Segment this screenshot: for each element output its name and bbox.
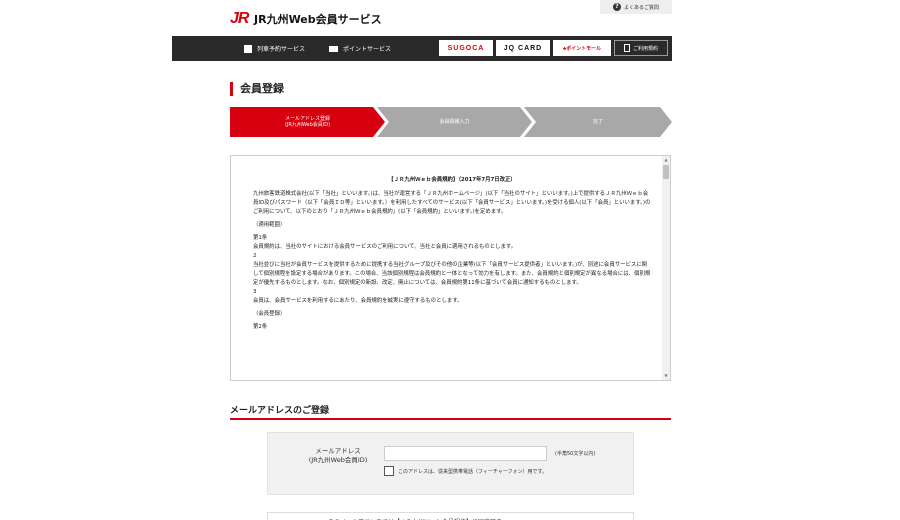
- step-complete: 完了: [524, 107, 672, 137]
- nav-point-service[interactable]: ポイントサービス: [329, 44, 391, 53]
- terms-heading: （会員登録）: [253, 311, 286, 317]
- step-email-registration: メールアドレス登録 (JR九州Web会員ID): [230, 107, 385, 137]
- terms-paragraph: 九州旅客鉄道株式会社(以下「当社」といいます。)は、当社が運営する「ＪＲ九州ホー…: [253, 191, 651, 215]
- terms-item-number: 2: [253, 253, 257, 259]
- agreement-note: このメールアドレスでは【ＪＲ九州Ｗｅｂ会員規約】に同意頂き: [267, 512, 634, 520]
- page: JR JR九州Web会員サービス ? よくあるご質問 列車予約サービス ポイント…: [0, 0, 900, 520]
- terms-scroll-box[interactable]: 【ＪＲ九州Ｗｅｂ会員規約】（2017年7月7日改正） 九州旅客鉄道株式会社(以下…: [230, 155, 671, 381]
- terms-item-number: 3: [253, 289, 257, 295]
- registration-steps: メールアドレス登録 (JR九州Web会員ID) 会員情報入力 完了: [230, 107, 672, 137]
- scroll-down-arrow-icon[interactable]: ▼: [662, 372, 670, 380]
- step-member-info: 会員情報入力: [377, 107, 532, 137]
- scroll-up-arrow-icon[interactable]: ▲: [662, 156, 670, 164]
- terms-paragraph: 当社並びに当社が会員サービスを提供するために提携する当社グループ及びその他の企業…: [253, 262, 651, 286]
- email-field-label: メールアドレス (JR九州Web会員ID): [290, 447, 386, 465]
- feature-phone-option[interactable]: このアドレスは、従来型携帯電話（フィーチャーフォン）用です。: [384, 466, 547, 476]
- page-title: 会員登録: [230, 82, 284, 96]
- email-input[interactable]: [384, 446, 547, 461]
- partner-links: SUGOCA JQ CARD ♣ポイントモール ご利用規約: [439, 40, 668, 56]
- jr-logo-mark: JR: [230, 10, 249, 27]
- email-length-hint: (半角50文字以内): [555, 451, 596, 457]
- step-sublabel: (JR九州Web会員ID): [284, 122, 331, 128]
- main-nav: 列車予約サービス ポイントサービス SUGOCA JQ CARD ♣ポイントモー…: [172, 36, 672, 61]
- train-icon: [244, 44, 252, 53]
- site-logo[interactable]: JR JR九州Web会員サービス: [230, 10, 382, 28]
- sugoca-link[interactable]: SUGOCA: [439, 40, 493, 56]
- nav-point-label: ポイントサービス: [343, 46, 392, 53]
- nav-train-label: 列車予約サービス: [257, 46, 306, 53]
- terms-link-label: ご利用規約: [632, 45, 658, 52]
- terms-scrollbar[interactable]: ▲ ▼: [662, 156, 670, 380]
- terms-heading: （適用範囲）: [253, 222, 286, 228]
- jq-card-link[interactable]: JQ CARD: [496, 40, 550, 56]
- email-form: メールアドレス (JR九州Web会員ID) (半角50文字以内) このアドレスは…: [267, 432, 634, 495]
- feature-phone-checkbox[interactable]: [384, 466, 394, 476]
- point-card-icon: [329, 45, 339, 52]
- section-divider: [230, 418, 671, 420]
- header: JR JR九州Web会員サービス ? よくあるご質問: [230, 0, 672, 34]
- scroll-thumb[interactable]: [663, 165, 669, 179]
- step-label: 完了: [592, 119, 603, 125]
- step-label: 会員情報入力: [439, 119, 470, 125]
- site-title: JR九州Web会員サービス: [254, 13, 382, 26]
- faq-label: よくあるご質問: [623, 4, 659, 11]
- terms-link[interactable]: ご利用規約: [614, 40, 668, 56]
- email-label-line1: メールアドレス: [315, 447, 361, 455]
- terms-article: 第1条: [253, 235, 268, 241]
- nav-train-reservation[interactable]: 列車予約サービス: [244, 44, 305, 53]
- feature-phone-label: このアドレスは、従来型携帯電話（フィーチャーフォン）用です。: [398, 468, 548, 475]
- faq-link[interactable]: ? よくあるご質問: [600, 0, 672, 14]
- document-icon: [623, 44, 630, 52]
- terms-paragraph: 会員規約は、当社のサイトにおける会員サービスのご利用について、当社と会員に適用さ…: [253, 244, 517, 250]
- email-section-title: メールアドレスのご登録: [230, 406, 330, 416]
- terms-title: 【ＪＲ九州Ｗｅｂ会員規約】（2017年7月7日改正）: [388, 177, 516, 183]
- terms-article: 第2条: [253, 324, 268, 330]
- terms-content: 【ＪＲ九州Ｗｅｂ会員規約】（2017年7月7日改正） 九州旅客鉄道株式会社(以下…: [253, 176, 651, 332]
- question-icon: ?: [612, 3, 621, 11]
- email-label-line2: (JR九州Web会員ID): [308, 456, 368, 464]
- terms-paragraph: 会員は、会員サービスを利用するにあたり、会員規約を誠実に遵守するものとします。: [253, 298, 463, 304]
- point-mall-link[interactable]: ♣ポイントモール: [553, 40, 611, 56]
